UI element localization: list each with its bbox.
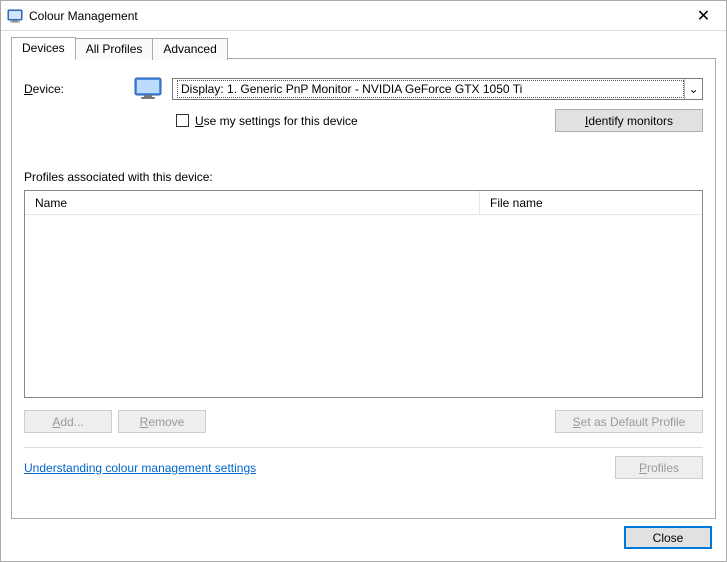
identify-monitors-button[interactable]: Identify monitors: [555, 109, 703, 132]
footer-row: Understanding colour management settings…: [24, 456, 703, 479]
device-label: Device:: [24, 82, 124, 96]
divider: [24, 447, 703, 448]
device-row: Device: Display: 1. Generic PnP Monitor …: [24, 77, 703, 101]
column-header-name[interactable]: Name: [25, 191, 480, 214]
understanding-link[interactable]: Understanding colour management settings: [24, 461, 256, 475]
device-options-row: Use my settings for this device Identify…: [24, 109, 703, 132]
profiles-button: Profiles: [615, 456, 703, 479]
window-title: Colour Management: [29, 9, 681, 23]
column-header-file-name[interactable]: File name: [480, 191, 702, 214]
close-button[interactable]: Close: [624, 526, 712, 549]
checkbox-icon: [176, 114, 189, 127]
title-bar: Colour Management ✕: [1, 1, 726, 31]
dialog-buttons: Close: [624, 526, 712, 549]
tab-strip: Devices All Profiles Advanced: [11, 37, 716, 59]
content-area: Devices All Profiles Advanced Device: Di…: [1, 31, 726, 529]
chevron-down-icon: ⌄: [684, 79, 702, 99]
tab-devices[interactable]: Devices: [11, 37, 76, 60]
remove-button: Remove: [118, 410, 206, 433]
profiles-section-label: Profiles associated with this device:: [24, 170, 703, 184]
set-default-profile-button: Set as Default Profile: [555, 410, 703, 433]
devices-pane: Device: Display: 1. Generic PnP Monitor …: [11, 59, 716, 519]
tab-advanced[interactable]: Advanced: [152, 38, 227, 60]
device-dropdown[interactable]: Display: 1. Generic PnP Monitor - NVIDIA…: [172, 78, 703, 100]
monitor-icon: [134, 77, 162, 101]
window-close-button[interactable]: ✕: [681, 1, 726, 30]
device-dropdown-text: Display: 1. Generic PnP Monitor - NVIDIA…: [177, 80, 684, 98]
use-my-settings-checkbox[interactable]: Use my settings for this device: [176, 114, 555, 128]
color-management-icon: [7, 8, 23, 24]
use-my-settings-label: Use my settings for this device: [195, 114, 358, 128]
profile-buttons-row: Add... Remove Set as Default Profile: [24, 410, 703, 433]
profiles-list-header: Name File name: [25, 191, 702, 215]
add-button: Add...: [24, 410, 112, 433]
tab-all-profiles[interactable]: All Profiles: [75, 38, 154, 60]
profiles-listbox[interactable]: Name File name: [24, 190, 703, 398]
